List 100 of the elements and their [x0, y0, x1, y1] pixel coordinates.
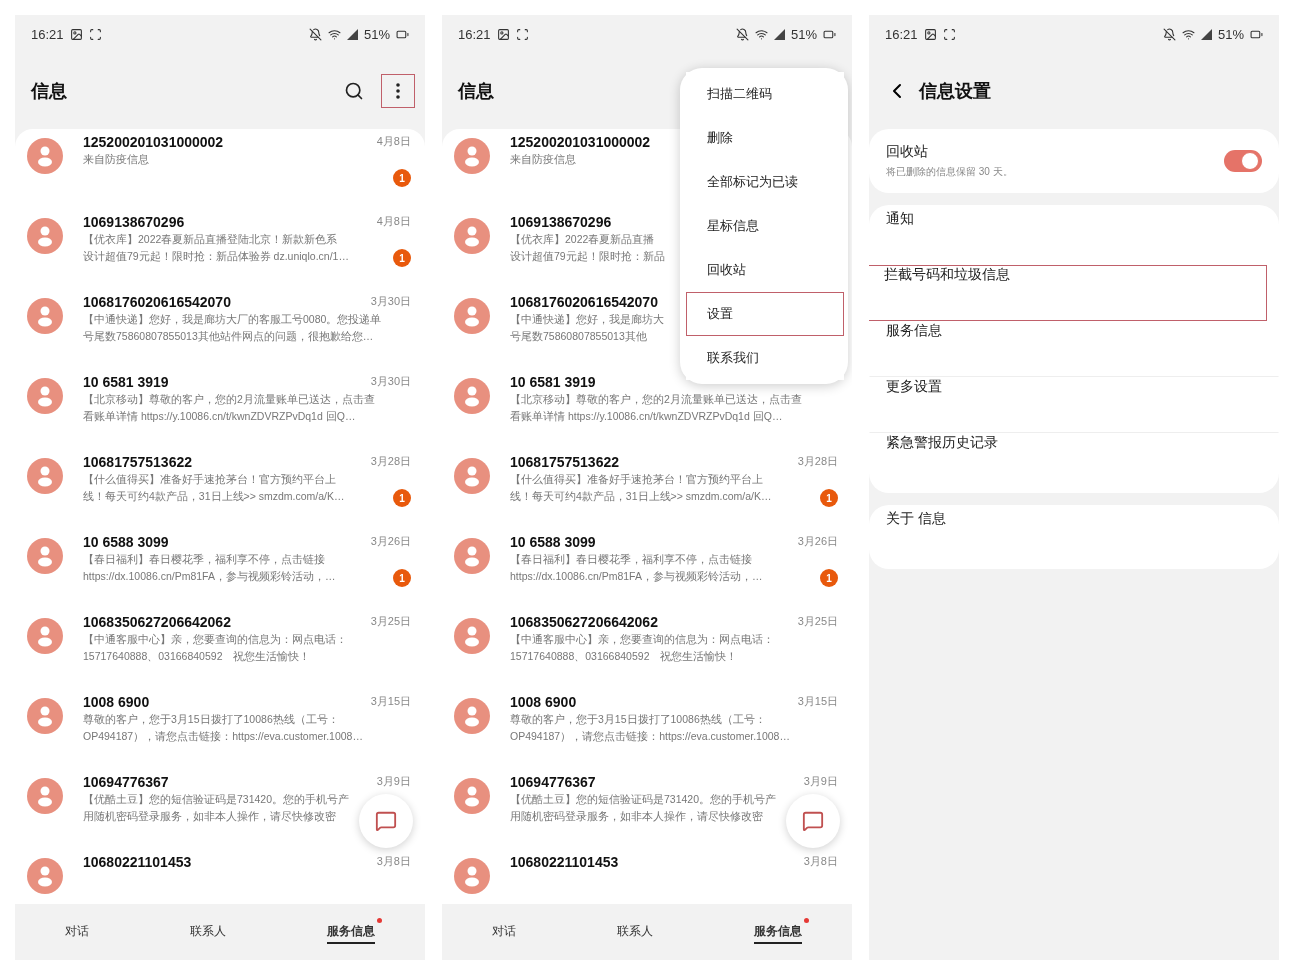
unread-badge: 1: [393, 169, 411, 187]
settings-item[interactable]: 紧急警报历史记录: [886, 434, 998, 452]
message-preview: 【优衣库】2022春夏新品直播: [510, 233, 655, 247]
screen-title: 信息: [458, 80, 494, 103]
message-preview: 看账单详情 https://y.10086.cn/t/kwnZDVRZPvDq1d 回Q…: [83, 410, 356, 424]
message-preview: 来自防疫信息: [83, 153, 149, 167]
avatar-icon: [454, 618, 490, 654]
unread-badge: 1: [393, 569, 411, 587]
message-preview: 用随机密码登录服务，如非本人操作，请尽快修改密: [510, 810, 763, 824]
sender-number[interactable]: 10 6581 3919: [510, 374, 596, 390]
sender-number[interactable]: 1069138670296: [510, 214, 612, 230]
message-preview: 设计超值79元起！限时抢：新品体验券 dz.uniqlo.cn/1…: [83, 250, 349, 264]
message-preview: 尊敬的客户，您于3月15日拨打了10086热线（工号：: [83, 713, 339, 727]
chat-bubble-icon: [375, 810, 397, 832]
sender-number[interactable]: 10 6588 3099: [510, 534, 596, 550]
avatar-icon: [27, 858, 63, 894]
message-date: 3月15日: [797, 694, 838, 709]
battery-level: 51%: [790, 26, 817, 42]
tab[interactable]: 联系人: [190, 920, 226, 944]
sender-number[interactable]: 125200201031000002: [83, 134, 224, 150]
message-preview: 【中通快递】您好，我是廊坊大厂的客服工号0080。您投递单: [83, 313, 382, 327]
screen-title: 信息设置: [919, 80, 991, 103]
message-date: 3月30日: [370, 294, 411, 309]
sender-number[interactable]: 10681757513622: [510, 454, 619, 470]
battery-level: 51%: [363, 26, 390, 42]
avatar-icon: [454, 538, 490, 574]
mute-icon: [308, 27, 322, 41]
sender-number[interactable]: 1068176020616542070: [83, 294, 231, 310]
avatar-icon: [27, 298, 63, 334]
sender-number[interactable]: 1008 6900: [83, 694, 150, 710]
settings-item[interactable]: 拦截号码和垃圾信息: [884, 266, 1010, 284]
message-date: 3月28日: [797, 454, 838, 469]
sender-number[interactable]: 10680221101453: [510, 854, 619, 870]
avatar-icon: [27, 698, 63, 734]
more-options-button[interactable]: [381, 74, 415, 108]
message-preview: 看账单详情 https://y.10086.cn/t/kwnZDVRZPvDq1d 回Q…: [510, 410, 783, 424]
scan-icon: [88, 27, 102, 41]
message-preview: OP494187），请您点击链接：https://eva.customer.1008…: [510, 730, 790, 744]
sender-number[interactable]: 10694776367: [510, 774, 596, 790]
gallery-icon: [923, 27, 937, 41]
unread-badge: 1: [393, 489, 411, 507]
sender-number[interactable]: 1008 6900: [510, 694, 577, 710]
message-preview: OP494187），请您点击链接：https://eva.customer.1008…: [83, 730, 363, 744]
tab[interactable]: 联系人: [617, 920, 653, 944]
wifi-icon: [1181, 27, 1195, 41]
chat-bubble-icon: [802, 810, 824, 832]
sender-number[interactable]: 1069138670296: [83, 214, 185, 230]
avatar-icon: [454, 858, 490, 894]
avatar-icon: [27, 778, 63, 814]
tab[interactable]: 服务信息: [753, 920, 802, 944]
sender-number[interactable]: 1068350627206642062: [83, 614, 231, 630]
message-preview: 尊敬的客户，您于3月15日拨打了10086热线（工号：: [510, 713, 766, 727]
sender-number[interactable]: 1068350627206642062: [510, 614, 658, 630]
mute-icon: [1162, 27, 1176, 41]
message-preview: 【优酷土豆】您的短信验证码是731420。您的手机号产: [510, 793, 777, 807]
settings-item[interactable]: 服务信息: [886, 322, 942, 340]
sender-number[interactable]: 10681757513622: [83, 454, 192, 470]
message-preview: 15717640888、03166840592 祝您生活愉快！: [510, 650, 738, 664]
mute-icon: [735, 27, 749, 41]
message-date: 3月15日: [370, 694, 411, 709]
search-icon: [344, 81, 364, 101]
signal-icon: [1200, 28, 1212, 40]
tab[interactable]: 对话: [492, 920, 517, 944]
message-preview: 【中通客服中心】亲，您要查询的信息为：网点电话：: [83, 633, 347, 647]
scan-icon: [942, 27, 956, 41]
settings-item[interactable]: 通知: [886, 210, 914, 228]
message-preview: 【什么值得买】准备好手速抢茅台！官方预约平台上: [510, 473, 763, 487]
message-preview: 【什么值得买】准备好手速抢茅台！官方预约平台上: [83, 473, 336, 487]
battery-level: 51%: [1217, 26, 1244, 42]
more-icon: [396, 83, 400, 99]
avatar-icon: [27, 538, 63, 574]
tab[interactable]: 对话: [65, 920, 90, 944]
message-preview: 【中通快递】您好，我是廊坊大: [510, 313, 664, 327]
message-date: 3月30日: [370, 374, 411, 389]
message-date: 3月25日: [797, 614, 838, 629]
message-preview: 【春日福利】春日樱花季，福利享不停，点击链接: [83, 553, 325, 567]
sender-number[interactable]: 10 6581 3919: [83, 374, 169, 390]
status-time: 16:21: [885, 26, 918, 42]
message-preview: 【中通客服中心】亲，您要查询的信息为：网点电话：: [510, 633, 774, 647]
tab[interactable]: 服务信息: [326, 920, 375, 944]
setting-label: 回收站: [886, 143, 928, 161]
avatar-icon: [27, 378, 63, 414]
toggle-switch[interactable]: [1224, 150, 1262, 172]
message-preview: 号尾数75860807855013其他站件网点的问题，很抱歉给您…: [83, 330, 374, 344]
sender-number[interactable]: 10680221101453: [83, 854, 192, 870]
avatar-icon: [454, 298, 490, 334]
wifi-icon: [327, 27, 341, 41]
menu-item[interactable]: 设置: [686, 292, 844, 336]
sender-number[interactable]: 10 6588 3099: [83, 534, 169, 550]
message-preview: 15717640888、03166840592 祝您生活愉快！: [83, 650, 311, 664]
settings-item[interactable]: 关于 信息: [886, 510, 946, 528]
sender-number[interactable]: 125200201031000002: [510, 134, 651, 150]
message-preview: 设计超值79元起！限时抢：新品: [510, 250, 665, 264]
message-date: 3月9日: [803, 774, 838, 789]
sender-number[interactable]: 1068176020616542070: [510, 294, 658, 310]
settings-item[interactable]: 更多设置: [886, 378, 942, 396]
avatar-icon: [27, 458, 63, 494]
sender-number[interactable]: 10694776367: [83, 774, 169, 790]
message-preview: 用随机密码登录服务，如非本人操作，请尽快修改密: [83, 810, 336, 824]
message-preview: 【北京移动】尊敬的客户，您的2月流量账单已送达，点击查: [510, 393, 802, 407]
